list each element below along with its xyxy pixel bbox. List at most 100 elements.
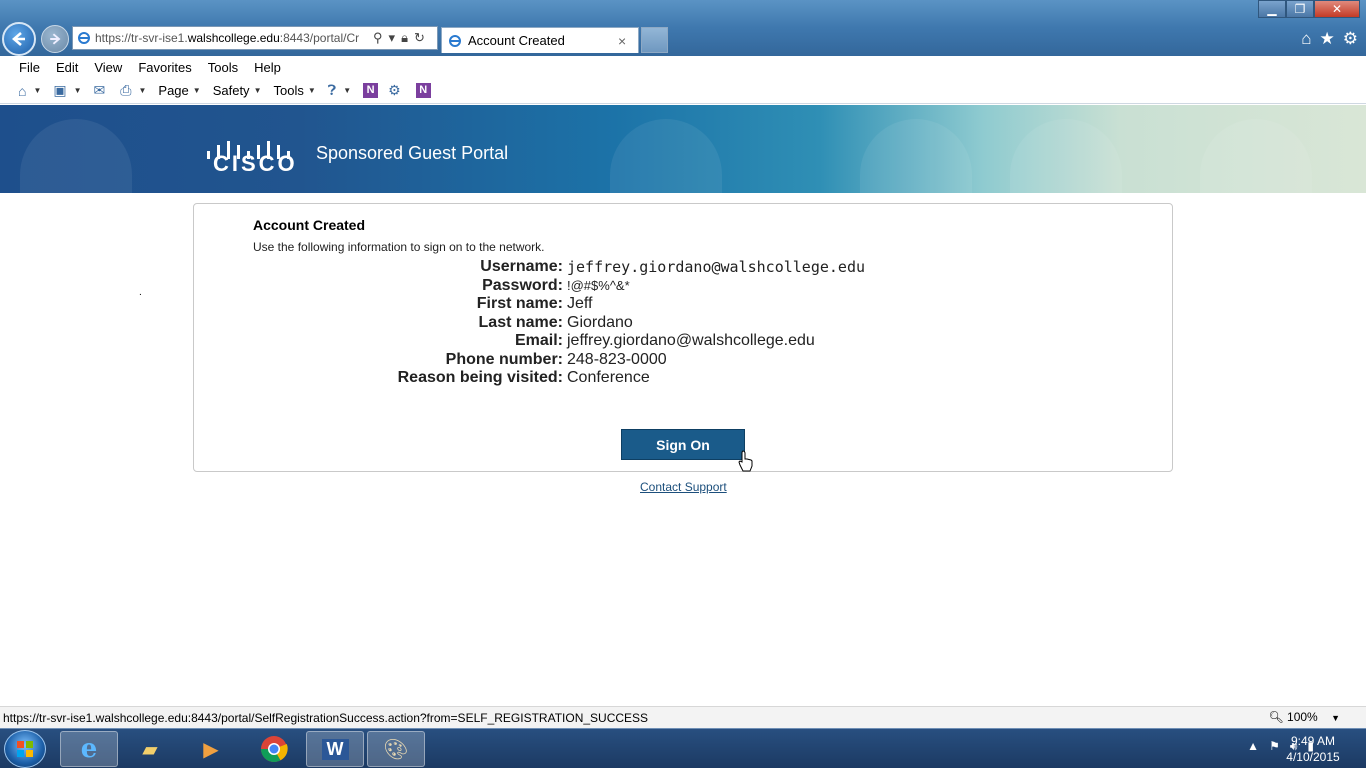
address-url[interactable]: https://tr-svr-ise1.walshcollege.edu:844…	[95, 31, 367, 45]
banner-decoration	[860, 119, 972, 193]
tab-close-icon[interactable]: ×	[618, 33, 626, 49]
menu-edit[interactable]: Edit	[56, 60, 78, 75]
page-command[interactable]: Page ▼	[158, 83, 200, 98]
feeds-command[interactable]: ▣ ▼	[53, 82, 81, 99]
menu-help[interactable]: Help	[254, 60, 281, 75]
cisco-wordmark: CISCO	[213, 151, 298, 176]
new-tab-button[interactable]	[641, 27, 668, 53]
command-bar: ⌂ ▼ ▣ ▼ ✉ ⎙ ▼ Page ▼ Safety ▼ Tools ▼ ❓︎ ▼ N ⚙ …	[0, 78, 1366, 104]
address-bar[interactable]: https://tr-svr-ise1.walshcollege.edu:844…	[72, 26, 438, 50]
chevron-down-icon: ▼	[307, 86, 316, 95]
chevron-down-icon: ▼	[192, 86, 201, 95]
safety-command[interactable]: Safety ▼	[213, 83, 262, 98]
banner-decoration	[1010, 119, 1122, 193]
password-row: Password: !@#$%^&*	[194, 277, 1174, 296]
home-icon[interactable]: ⌂	[1301, 29, 1311, 49]
onenote-send-icon[interactable]: N	[415, 83, 431, 98]
favorites-star-icon[interactable]: ★	[1320, 29, 1335, 49]
banner-decoration	[610, 119, 722, 193]
account-details: Username: jeffrey.giordano@walshcollege.…	[194, 258, 1174, 388]
menu-favorites[interactable]: Favorites	[138, 60, 191, 75]
restore-button[interactable]: ❐	[1286, 0, 1314, 18]
help-icon: ❓︎	[327, 82, 337, 98]
last-name-label: Last name:	[478, 313, 563, 331]
taskbar-clock[interactable]: 9:49 AM 4/10/2015	[1278, 733, 1348, 765]
menu-file[interactable]: File	[19, 60, 40, 75]
word-icon: W	[321, 738, 349, 760]
lock-icon[interactable]: 🔒︎	[401, 30, 408, 46]
paint-palette-icon: 🎨︎	[383, 738, 409, 761]
back-button[interactable]	[2, 22, 36, 56]
hand-cursor-icon	[738, 450, 753, 472]
email-label: Email:	[514, 332, 563, 350]
clock-time: 9:49 AM	[1290, 734, 1336, 748]
reason-value: Conference	[567, 369, 650, 387]
chevron-down-icon: ▼	[343, 86, 352, 95]
email-value: jeffrey.giordano@walshcollege.edu	[567, 332, 815, 350]
taskbar-chrome[interactable]	[245, 731, 303, 767]
chrome-icon	[260, 736, 288, 763]
search-icon[interactable]: ⚲	[373, 30, 383, 46]
home-command[interactable]: ⌂ ▼	[18, 83, 41, 99]
first-name-label: First name:	[476, 295, 563, 313]
mail-icon: ✉	[93, 82, 106, 98]
taskbar-media-player[interactable]: ▶	[182, 731, 240, 767]
back-arrow-icon	[12, 32, 25, 46]
clock-date: 4/10/2015	[1286, 750, 1340, 764]
internet-explorer-icon: e	[80, 734, 98, 764]
show-hidden-icons-icon[interactable]: ▲	[1247, 739, 1259, 754]
password-value: !@#$%^&*	[567, 278, 630, 294]
reason-row: Reason being visited: Conference	[194, 369, 1174, 388]
zoom-level: 100%	[1287, 710, 1318, 724]
portal-banner: CISCO Sponsored Guest Portal	[0, 105, 1366, 193]
media-player-icon: ▶	[203, 738, 219, 761]
menu-bar: File Edit View Favorites Tools Help	[0, 56, 1366, 78]
onenote-icon[interactable]: N	[363, 83, 379, 98]
printer-icon: ⎙	[120, 82, 132, 98]
tab-account-created[interactable]: Account Created ×	[441, 27, 639, 53]
minimize-button[interactable]: ▁	[1258, 0, 1286, 18]
forward-arrow-icon	[50, 33, 61, 45]
username-row: Username: jeffrey.giordano@walshcollege.…	[194, 258, 1174, 277]
contact-support-link[interactable]: Contact Support	[640, 480, 727, 494]
taskbar-internet-explorer[interactable]: e	[60, 731, 118, 767]
portal-title: Sponsored Guest Portal	[316, 143, 509, 163]
tools-command[interactable]: Tools ▼	[273, 83, 315, 98]
first-name-row: First name: Jeff	[194, 295, 1174, 314]
taskbar-file-explorer[interactable]: ▰	[121, 731, 179, 767]
phone-value: 248-823-0000	[567, 350, 667, 368]
chevron-down-icon: ▼	[1331, 713, 1340, 723]
folder-icon: ▰	[142, 738, 158, 761]
help-command[interactable]: ❓︎ ▼	[328, 82, 351, 99]
status-url: https://tr-svr-ise1.walshcollege.edu:844…	[3, 710, 649, 725]
password-label: Password:	[482, 276, 563, 294]
taskbar-paint[interactable]: 🎨︎	[367, 731, 425, 767]
username-value: jeffrey.giordano@walshcollege.edu	[567, 258, 866, 277]
banner-decoration	[20, 119, 132, 193]
mail-command[interactable]: ✉	[94, 82, 109, 99]
address-url-prefix: https://tr-svr-ise1.	[95, 31, 188, 45]
gear-command[interactable]: ⚙	[388, 82, 404, 99]
refresh-icon[interactable]: ↻	[414, 30, 425, 46]
chevron-down-icon: ▼	[73, 86, 82, 95]
dropdown-icon[interactable]: ▾	[389, 30, 396, 46]
print-command[interactable]: ⎙ ▼	[120, 82, 146, 99]
taskbar-word[interactable]: W	[306, 731, 364, 767]
username-label: Username:	[480, 258, 563, 276]
menu-tools[interactable]: Tools	[208, 60, 238, 75]
forward-button[interactable]	[41, 25, 69, 53]
gear-icon: ⚙	[388, 82, 401, 98]
sign-on-button[interactable]: Sign On	[621, 429, 745, 460]
start-button[interactable]	[4, 730, 46, 768]
first-name-value: Jeff	[567, 295, 593, 313]
account-created-heading: Account Created	[253, 217, 366, 233]
menu-view[interactable]: View	[94, 60, 122, 75]
tools-command-label: Tools	[273, 83, 304, 98]
browser-right-icons: ⌂ ★ ⚙	[1301, 29, 1358, 49]
close-window-button[interactable]: ✕	[1314, 0, 1360, 18]
browser-titlebar: https://tr-svr-ise1.walshcollege.edu:844…	[0, 0, 1366, 56]
zoom-control[interactable]: 🔍︎ 100% ▼	[1268, 710, 1340, 724]
phone-row: Phone number: 248-823-0000	[194, 351, 1174, 370]
settings-gear-icon[interactable]: ⚙	[1343, 29, 1358, 49]
status-bar: https://tr-svr-ise1.walshcollege.edu:844…	[0, 706, 1366, 728]
